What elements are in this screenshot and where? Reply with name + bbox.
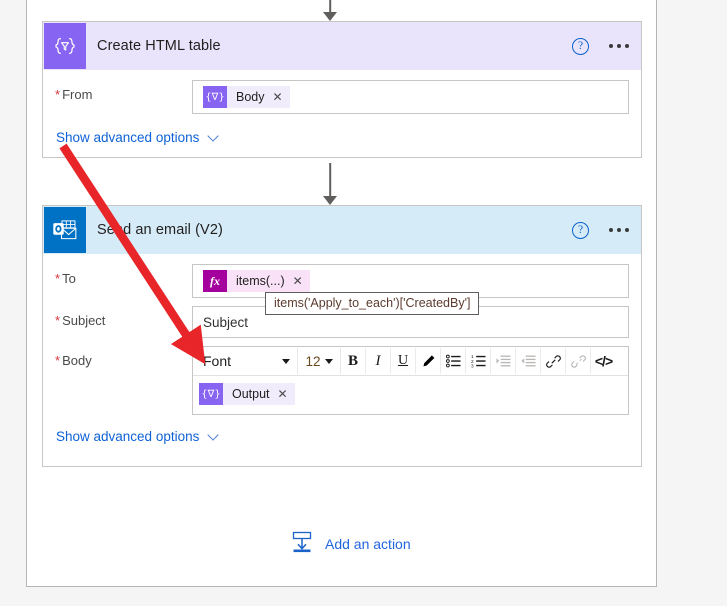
field-label-from: * From (55, 87, 93, 102)
font-family-value: Font (203, 353, 232, 369)
more-options-icon[interactable] (607, 38, 631, 54)
action-card-send-an-email[interactable]: Send an email (V2) ? * To fx items(...) ✕ (42, 205, 642, 467)
card-body: * From {∇} Body ✕ Show advanced options (43, 70, 641, 145)
svg-text:3: 3 (471, 364, 474, 368)
flow-token-icon: {∇} (203, 86, 227, 108)
insert-action-icon (290, 530, 314, 557)
unlink-icon (566, 348, 591, 374)
from-input[interactable]: {∇} Body ✕ (192, 80, 629, 114)
token-chip-output[interactable]: {∇} Output ✕ (199, 383, 295, 405)
add-an-action-label: Add an action (325, 535, 411, 552)
indent-icon (491, 348, 516, 374)
underline-icon[interactable]: U (391, 348, 416, 374)
flow-data-operation-icon (44, 23, 86, 69)
expression-tooltip: items('Apply_to_each')['CreatedBy'] (265, 292, 480, 315)
card-header[interactable]: Create HTML table ? (43, 22, 641, 70)
field-label-subject: * Subject (55, 313, 106, 328)
show-advanced-options-link-1[interactable]: Show advanced options (55, 126, 629, 145)
required-marker: * (55, 271, 61, 286)
flow-token-icon: {∇} (199, 383, 223, 405)
token-remove-icon[interactable]: ✕ (278, 387, 288, 401)
outlook-icon (44, 207, 86, 253)
token-chip-label: Body (236, 90, 265, 104)
token-chip-label: items(...) (236, 274, 285, 288)
field-row-from: * From {∇} Body ✕ (55, 80, 629, 114)
connector-arrow-middle (315, 163, 345, 205)
required-marker: * (55, 87, 61, 102)
card-body: * To fx items(...) ✕ * Subject Subject *… (43, 254, 641, 444)
link-icon[interactable] (541, 348, 566, 374)
card-header[interactable]: Send an email (V2) ? (43, 206, 641, 254)
token-chip-label-wrap: Output ✕ (223, 383, 295, 405)
token-remove-icon[interactable]: ✕ (273, 90, 283, 104)
token-chip-label: Output (232, 387, 270, 401)
show-advanced-options-label: Show advanced options (56, 429, 200, 444)
expression-token-icon: fx (203, 270, 227, 292)
required-marker: * (55, 313, 61, 328)
connector-arrow-top (315, 0, 345, 21)
chevron-down-icon (282, 358, 290, 364)
more-options-icon[interactable] (607, 222, 631, 238)
help-icon[interactable]: ? (572, 221, 589, 239)
card-header-actions: ? (572, 206, 631, 254)
card-header-actions: ? (572, 22, 631, 70)
action-card-create-html-table[interactable]: Create HTML table ? * From {∇} Body ✕ Sh… (42, 21, 642, 158)
required-marker: * (55, 353, 61, 368)
field-label-to: * To (55, 271, 76, 286)
chevron-down-icon (324, 358, 333, 364)
rich-text-toolbar: Font 12 B I U 1 2 3 </> (193, 347, 628, 376)
field-row-body: * Body Font 12 B I U 1 2 3 </> {∇} Outpu… (55, 346, 629, 415)
help-icon[interactable]: ? (572, 37, 589, 55)
body-rich-text-editor[interactable]: Font 12 B I U 1 2 3 </> {∇} Output ✕ (192, 346, 629, 415)
show-advanced-options-label: Show advanced options (56, 130, 200, 145)
chevron-down-icon (208, 132, 219, 143)
outdent-icon (516, 348, 541, 374)
code-view-icon[interactable]: </> (591, 348, 616, 374)
font-size-dropdown[interactable]: 12 (298, 348, 341, 374)
card-title: Create HTML table (97, 38, 221, 54)
token-chip-label-wrap: items(...) ✕ (227, 270, 310, 292)
card-title: Send an email (V2) (97, 222, 223, 238)
chevron-down-icon (208, 431, 219, 442)
expression-tooltip-text: items('Apply_to_each')['CreatedBy'] (274, 296, 471, 310)
font-size-value: 12 (305, 353, 321, 369)
token-chip-items[interactable]: fx items(...) ✕ (203, 270, 310, 292)
numbered-list-icon[interactable]: 1 2 3 (466, 348, 491, 374)
body-editor-content[interactable]: {∇} Output ✕ (193, 376, 628, 414)
subject-placeholder: Subject (203, 314, 249, 330)
token-chip-label-wrap: Body ✕ (227, 86, 290, 108)
token-remove-icon[interactable]: ✕ (293, 274, 303, 288)
show-advanced-options-link-2[interactable]: Show advanced options (55, 425, 629, 444)
bold-icon[interactable]: B (341, 348, 366, 374)
token-chip-body[interactable]: {∇} Body ✕ (203, 86, 290, 108)
add-an-action-button[interactable]: Add an action (290, 530, 411, 557)
italic-icon[interactable]: I (366, 348, 391, 374)
text-color-icon[interactable] (416, 348, 441, 374)
font-family-dropdown[interactable]: Font (195, 348, 298, 374)
bulleted-list-icon[interactable] (441, 348, 466, 374)
field-label-body: * Body (55, 353, 92, 368)
